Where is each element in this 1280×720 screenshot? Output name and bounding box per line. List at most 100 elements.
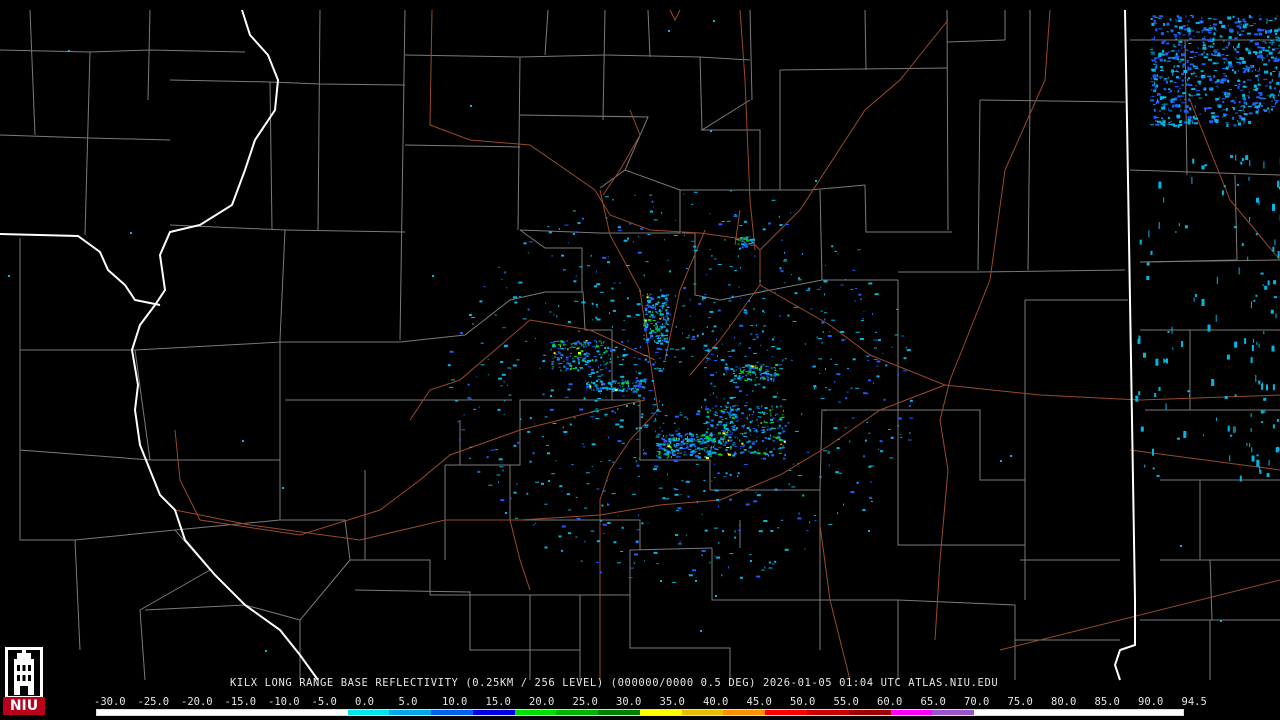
echo-pixel	[773, 436, 776, 438]
echo-pixel	[1180, 47, 1183, 49]
echo-pixel	[772, 408, 774, 410]
echo-pixel	[544, 503, 548, 505]
echo-pixel	[578, 352, 581, 354]
echo-pixel	[659, 319, 661, 320]
echo-pixel	[907, 439, 912, 441]
echo-pixel	[856, 481, 859, 484]
echo-pixel	[661, 430, 663, 433]
echo-pixel	[1186, 59, 1189, 63]
echo-pixel	[819, 476, 822, 478]
echo-pixel	[1206, 30, 1210, 32]
echo-pixel	[1156, 117, 1160, 118]
echo-pixel	[876, 375, 880, 378]
echo-pixel	[1161, 103, 1163, 105]
echo-pixel	[1237, 85, 1240, 89]
echo-pixel	[761, 569, 765, 571]
echo-pixel	[721, 343, 723, 345]
echo-pixel	[750, 560, 752, 562]
echo-pixel	[1276, 15, 1278, 17]
echo-pixel	[825, 368, 826, 371]
echo-pixel	[1266, 21, 1268, 24]
echo-pixel	[745, 402, 748, 404]
echo-pixel	[1170, 29, 1174, 33]
echo-pixel	[1257, 83, 1261, 86]
echo-pixel	[824, 318, 826, 321]
echo-pixel	[744, 355, 747, 357]
echo-pixel	[1274, 102, 1276, 105]
echo-pixel	[1252, 102, 1256, 106]
echo-pixel	[684, 433, 687, 436]
echo-pixel	[672, 581, 677, 583]
echo-pixel	[586, 340, 589, 343]
echo-pixel	[710, 440, 713, 442]
echo-pixel	[633, 457, 637, 459]
echo-pixel	[658, 451, 661, 454]
echo-pixel	[792, 320, 797, 322]
echo-pixel	[1193, 122, 1195, 125]
echo-pixel	[752, 365, 754, 367]
echo-pixel	[790, 212, 792, 214]
echo-pixel	[743, 444, 745, 447]
echo-pixel	[676, 433, 680, 436]
echo-pixel	[631, 388, 632, 391]
echo-pixel	[565, 369, 567, 371]
echo-pixel	[1202, 44, 1205, 46]
echo-pixel	[776, 405, 778, 408]
echo-pixel	[1231, 106, 1234, 108]
echo-pixel	[797, 279, 802, 281]
echo-pixel	[1170, 90, 1173, 92]
colorbar-segment	[431, 710, 473, 715]
echo-pixel	[734, 270, 738, 272]
echo-pixel	[598, 366, 599, 369]
scale-label: 65.0	[920, 696, 946, 708]
echo-pixel	[782, 414, 784, 415]
echo-pixel	[1262, 58, 1264, 61]
echo-pixel	[547, 226, 550, 228]
echo-pixel	[706, 439, 708, 441]
echo-pixel	[577, 360, 580, 362]
echo-pixel	[1157, 98, 1159, 102]
echo-pixel	[1203, 107, 1208, 110]
echo-pixel	[617, 440, 622, 443]
echo-pixel	[486, 456, 489, 459]
echo-pixel	[1166, 60, 1171, 62]
echo-pixel	[1186, 111, 1188, 113]
echo-pixel	[684, 437, 688, 440]
echo-pixel	[693, 245, 697, 248]
echo-pixel	[747, 373, 749, 375]
echo-pixel	[863, 455, 866, 458]
echo-pixel	[845, 338, 846, 340]
echo-pixel	[728, 414, 730, 416]
echo-pixel	[653, 325, 656, 327]
echo-pixel	[1150, 99, 1155, 102]
echo-pixel	[723, 427, 726, 429]
echo-pixel	[1218, 52, 1220, 55]
echo-pixel	[1150, 124, 1155, 126]
echo-pixel	[1225, 122, 1229, 124]
echo-pixel	[635, 427, 638, 430]
echo-pixel	[743, 242, 746, 244]
echo-pixel	[590, 381, 592, 384]
echo-pixel	[1235, 112, 1239, 114]
echo-pixel	[658, 454, 661, 456]
echo-pixel	[705, 405, 707, 408]
echo-pixel	[1272, 246, 1275, 252]
echo-pixel	[610, 385, 612, 388]
echo-pixel	[650, 336, 654, 338]
echo-pixel	[557, 348, 561, 350]
echo-pixel	[755, 324, 757, 327]
echo-pixel	[734, 214, 737, 215]
echo-pixel	[1184, 77, 1187, 79]
echo-pixel	[1215, 29, 1217, 31]
echo-pixel	[653, 219, 658, 221]
echo-pixel	[1204, 164, 1208, 167]
echo-pixel	[675, 294, 676, 297]
echo-pixel	[735, 427, 738, 430]
echo-pixel	[652, 306, 656, 309]
echo-pixel	[1273, 59, 1276, 62]
echo-pixel	[743, 370, 745, 372]
echo-pixel	[777, 392, 779, 394]
echo-pixel	[708, 268, 712, 270]
echo-pixel	[1270, 309, 1274, 314]
echo-pixel	[649, 316, 651, 318]
